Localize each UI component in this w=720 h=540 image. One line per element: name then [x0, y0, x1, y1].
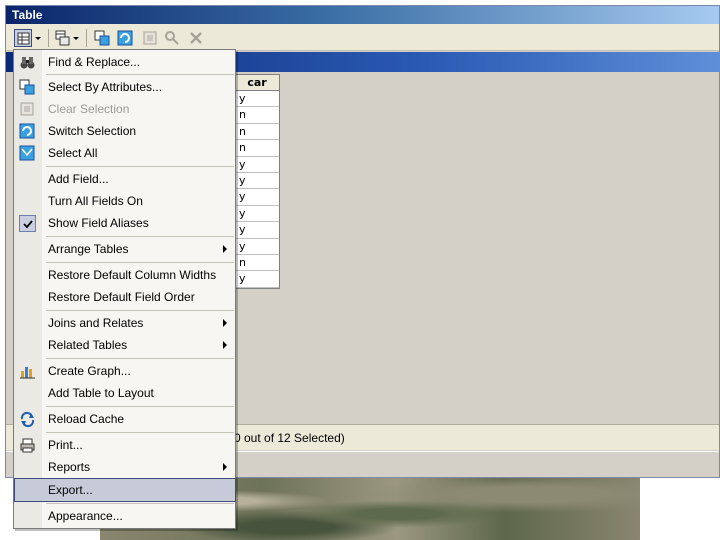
menu-item-related-tables[interactable]: Related Tables	[15, 334, 235, 356]
menu-item-reload-cache[interactable]: Reload Cache	[15, 408, 235, 430]
menu-item-label: Restore Default Column Widths	[48, 268, 217, 282]
menu-item-label: Show Field Aliases	[48, 216, 149, 230]
menu-item-clear-selection[interactable]: Clear Selection	[15, 98, 235, 120]
menu-item-label: Select By Attributes...	[48, 80, 163, 94]
table-cell[interactable]: y	[235, 222, 279, 239]
menu-item-label: Turn All Fields On	[48, 194, 143, 208]
table-cell[interactable]: y	[235, 157, 279, 173]
bar-chart-icon	[19, 363, 36, 380]
menu-item-label: Joins and Relates	[48, 316, 144, 330]
car-column: car y n n n y y y y y y n y	[234, 74, 280, 289]
delete-icon	[190, 32, 202, 44]
table-options-dropdown[interactable]	[33, 29, 43, 47]
table-cell[interactable]: y	[235, 173, 279, 190]
check-icon	[19, 215, 36, 232]
select-all-icon	[19, 145, 36, 162]
title-bar[interactable]: Table	[6, 6, 719, 24]
menu-item-export[interactable]: Export...	[14, 478, 236, 502]
table-options-button[interactable]	[14, 29, 32, 47]
printer-icon	[19, 437, 36, 454]
menu-item-label: Related Tables	[48, 338, 128, 352]
table-cell[interactable]: y	[235, 189, 279, 206]
menu-item-find-replace[interactable]: Find & Replace...	[15, 51, 235, 73]
menu-item-add-table-to-layout[interactable]: Add Table to Layout	[15, 382, 235, 404]
column-header-car[interactable]: car	[235, 75, 279, 91]
zoom-to-selected-button[interactable]	[163, 29, 181, 47]
menu-item-label: Clear Selection	[48, 102, 130, 116]
menu-item-label: Restore Default Field Order	[48, 290, 195, 304]
table-cell[interactable]: y	[235, 91, 279, 108]
clear-selection-icon	[143, 31, 157, 45]
menu-item-label: Arrange Tables	[48, 242, 129, 256]
menu-item-joins-and-relates[interactable]: Joins and Relates	[15, 312, 235, 334]
menu-item-appearance[interactable]: Appearance...	[15, 505, 235, 527]
select-by-attributes-icon	[94, 30, 110, 46]
chevron-down-icon	[35, 37, 41, 40]
menu-item-label: Reports	[48, 460, 91, 474]
menu-item-turn-all-fields-on[interactable]: Turn All Fields On	[15, 190, 235, 212]
chevron-down-icon	[73, 37, 79, 40]
menu-item-label: Reload Cache	[48, 412, 125, 426]
menu-item-label: Print...	[48, 438, 83, 452]
menu-item-label: Add Field...	[48, 172, 109, 186]
submenu-arrow-icon	[223, 245, 227, 253]
related-tables-dropdown[interactable]	[72, 29, 80, 47]
table-cell[interactable]: y	[235, 271, 279, 288]
table-cell[interactable]: y	[235, 206, 279, 223]
menu-item-print[interactable]: Print...	[15, 434, 235, 456]
menu-item-select-all[interactable]: Select All	[15, 142, 235, 164]
menu-item-label: Export...	[48, 483, 93, 497]
menu-item-label: Add Table to Layout	[48, 386, 154, 400]
related-tables-button[interactable]	[54, 29, 72, 47]
submenu-arrow-icon	[223, 463, 227, 471]
table-toolbar	[6, 24, 719, 51]
menu-item-create-graph[interactable]: Create Graph...	[15, 360, 235, 382]
select-by-attributes-button[interactable]	[93, 29, 111, 47]
window-title: Table	[12, 8, 43, 22]
table-cell[interactable]: y	[235, 239, 279, 255]
submenu-arrow-icon	[223, 319, 227, 327]
menu-item-restore-field-order[interactable]: Restore Default Field Order	[15, 286, 235, 308]
selection-count-text: 0 out of 12 Selected)	[234, 431, 345, 445]
clear-selection-icon	[19, 101, 36, 118]
menu-item-arrange-tables[interactable]: Arrange Tables	[15, 238, 235, 260]
menu-item-reports[interactable]: Reports	[15, 456, 235, 478]
select-by-attributes-icon	[19, 79, 36, 96]
table-cell[interactable]: n	[235, 124, 279, 141]
menu-item-restore-column-widths[interactable]: Restore Default Column Widths	[15, 264, 235, 286]
menu-item-label: Select All	[48, 146, 98, 160]
menu-item-label: Appearance...	[48, 509, 123, 523]
zoom-to-selected-icon	[165, 31, 179, 45]
related-tables-icon	[55, 30, 70, 46]
switch-selection-icon	[19, 123, 36, 140]
table-options-icon	[17, 32, 30, 45]
switch-selection-icon	[117, 30, 133, 46]
menu-item-show-field-aliases[interactable]: Show Field Aliases	[15, 212, 235, 234]
binoculars-icon	[19, 54, 36, 71]
menu-item-label: Create Graph...	[48, 364, 131, 378]
reload-icon	[19, 411, 36, 428]
table-cell[interactable]: n	[235, 107, 279, 124]
menu-item-label: Find & Replace...	[48, 55, 141, 69]
table-cell[interactable]: n	[235, 140, 279, 157]
table-cell[interactable]: n	[235, 255, 279, 272]
menu-item-add-field[interactable]: Add Field...	[15, 168, 235, 190]
delete-selected-button[interactable]	[187, 29, 205, 47]
menu-item-switch-selection[interactable]: Switch Selection	[15, 120, 235, 142]
clear-selection-button[interactable]	[141, 29, 159, 47]
menu-item-label: Switch Selection	[48, 124, 137, 138]
submenu-arrow-icon	[223, 341, 227, 349]
switch-selection-button[interactable]	[116, 29, 134, 47]
menu-item-select-by-attributes[interactable]: Select By Attributes...	[15, 76, 235, 98]
table-options-menu: Find & Replace... Select By Attributes..…	[13, 49, 236, 529]
